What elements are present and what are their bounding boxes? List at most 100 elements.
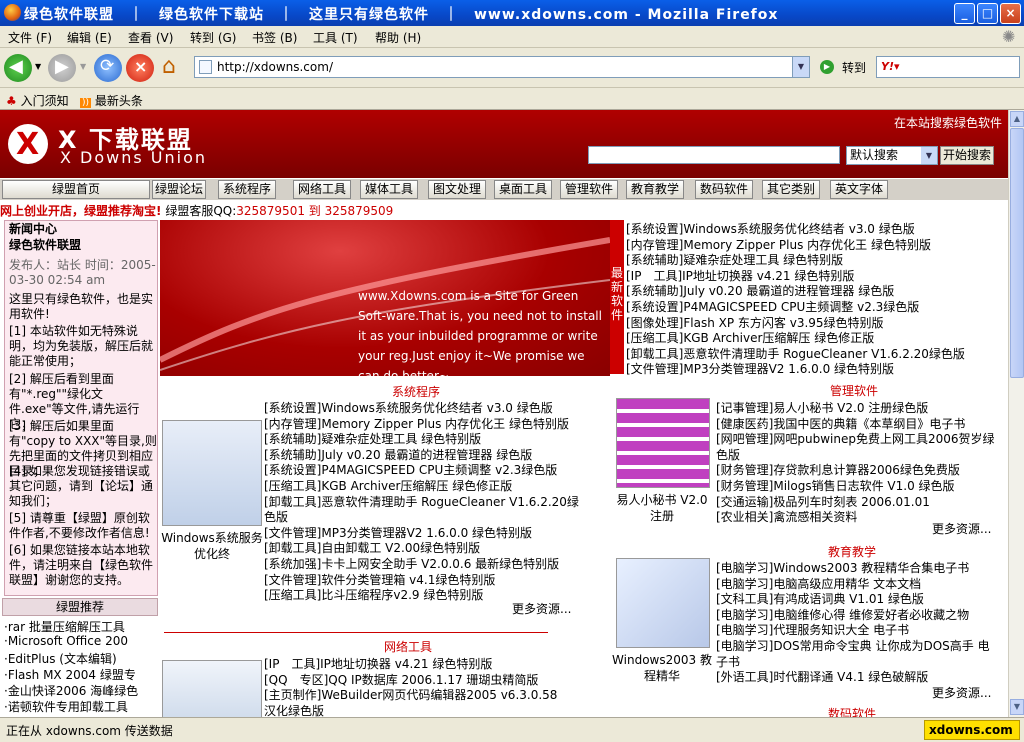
recommend-item[interactable]: ·诺顿软件专用卸载工具 — [4, 698, 128, 715]
system-item[interactable]: [系统辅助]July v0.20 最霸道的进程管理器 绿色版 — [264, 446, 532, 463]
search-button[interactable]: 开始搜索 — [940, 146, 994, 165]
back-dropdown-icon[interactable]: ▼ — [35, 62, 41, 71]
edu-item[interactable]: [电脑学习]DOS常用命令宝典 让你成为DOS高手 电 — [716, 637, 990, 654]
edu-item[interactable]: [电脑学习]电脑维修心得 维修爱好者必收藏之物 — [716, 606, 969, 623]
recommend-item[interactable]: ·rar 批量压缩解压工具 — [4, 618, 125, 635]
network-item[interactable]: [QQ 专区]QQ IP数据库 2006.1.17 珊瑚虫精简版 — [264, 671, 538, 688]
mgmt-more-link[interactable]: 更多资源... — [932, 520, 991, 537]
system-item[interactable]: [压缩工具]比斗压缩程序v2.9 绿色特别版 — [264, 586, 483, 603]
menu-help[interactable]: 帮助 (H) — [375, 29, 421, 46]
section-mgmt-title[interactable]: 管理软件 — [830, 382, 878, 399]
mgmt-item[interactable]: [交通运输]极品列车时刻表 2006.01.01 — [716, 493, 930, 510]
tab-fonts[interactable]: 英文字体 — [830, 180, 888, 199]
network-item[interactable]: 汉化绿色版 — [264, 702, 324, 717]
tab-system[interactable]: 系统程序 — [218, 180, 276, 199]
system-item[interactable]: 色版 — [264, 508, 288, 525]
edu-item[interactable]: [电脑学习]代理服务知识大全 电子书 — [716, 621, 909, 638]
edu-caption[interactable]: Windows2003 教程精华 — [612, 652, 712, 684]
search-type-select[interactable]: 默认搜索 ▼ — [846, 146, 938, 165]
tab-forum[interactable]: 绿盟论坛 — [152, 180, 206, 199]
system-item[interactable]: [系统设置]Windows系统服务优化终结者 v3.0 绿色版 — [264, 399, 553, 416]
system-item[interactable]: [文件管理]软件分类管理箱 v4.1绿色特别版 — [264, 571, 495, 588]
system-thumbnail[interactable] — [162, 420, 262, 526]
mgmt-item[interactable]: [财务管理]存贷款利息计算器2006绿色免费版 — [716, 461, 960, 478]
system-item[interactable]: [系统辅助]疑难杂症处理工具 绿色特别版 — [264, 430, 481, 447]
menu-tools[interactable]: 工具 (T) — [313, 29, 358, 46]
reload-icon[interactable]: ⟳ — [94, 54, 122, 82]
taobao-ad-link[interactable]: 网上创业开店，绿盟推荐淘宝! — [0, 204, 161, 218]
vertical-scrollbar[interactable]: ▲ ▼ — [1008, 110, 1024, 717]
mgmt-item[interactable]: [健康医药]我国中医的典籍《本草纲目》电子书 — [716, 415, 965, 432]
network-item[interactable]: [主页制作]WeBuilder网页代码编辑器2005 v6.3.0.58 — [264, 686, 557, 703]
forward-dropdown-icon[interactable]: ▼ — [80, 62, 86, 71]
address-bar[interactable]: ▼ — [194, 56, 810, 78]
mgmt-item[interactable]: 色版 — [716, 446, 740, 463]
back-icon[interactable]: ◀ — [4, 54, 32, 82]
section-edu-title[interactable]: 教育教学 — [828, 543, 876, 560]
minimize-button[interactable]: _ — [954, 3, 975, 24]
recommend-item[interactable]: ·EditPlus (文本编辑) — [4, 650, 117, 667]
tab-other[interactable]: 其它类别 — [762, 180, 820, 199]
latest-item[interactable]: [IP 工具]IP地址切换器 v4.21 绿色特别版 — [626, 267, 854, 284]
tab-graphics[interactable]: 图文处理 — [428, 180, 486, 199]
edu-thumbnail[interactable] — [616, 558, 710, 648]
home-icon[interactable]: ⌂ — [160, 54, 188, 82]
tab-media[interactable]: 媒体工具 — [360, 180, 418, 199]
recommend-item[interactable]: ·Flash MX 2004 绿盟专 — [4, 666, 136, 683]
latest-item[interactable]: [压缩工具]KGB Archiver压缩解压 绿色修正版 — [626, 329, 874, 346]
network-thumbnail[interactable] — [162, 660, 262, 717]
system-item[interactable]: [系统设置]P4MAGICSPEED CPU主频调整 v2.3绿色版 — [264, 461, 557, 478]
system-item[interactable]: [卸载工具]恶意软件清理助手 RogueCleaner V1.6.2.20绿 — [264, 493, 579, 510]
mgmt-item[interactable]: [农业相关]禽流感相关资料 — [716, 508, 857, 525]
tab-home[interactable]: 绿盟首页 — [2, 180, 150, 199]
mgmt-caption[interactable]: 易人小秘书 V2.0 注册 — [612, 492, 712, 524]
menu-edit[interactable]: 编辑 (E) — [67, 29, 112, 46]
tab-network[interactable]: 网络工具 — [293, 180, 351, 199]
bookmark-getting-started[interactable]: ♣ 入门须知 — [6, 92, 69, 109]
system-item[interactable]: [内存管理]Memory Zipper Plus 内存优化王 绿色特别版 — [264, 415, 569, 432]
search-box[interactable]: Y!▾ — [876, 56, 1020, 78]
scroll-down-icon[interactable]: ▼ — [1010, 699, 1024, 715]
edu-item[interactable]: [文科工具]有鸿成语词典 V1.01 绿色版 — [716, 590, 924, 607]
menu-go[interactable]: 转到 (G) — [190, 29, 236, 46]
tab-management[interactable]: 管理软件 — [560, 180, 618, 199]
menu-view[interactable]: 查看 (V) — [128, 29, 173, 46]
url-input[interactable] — [217, 59, 787, 75]
system-item[interactable]: [文件管理]MP3分类管理器V2 1.6.0.0 绿色特别版 — [264, 524, 532, 541]
latest-item[interactable]: [卸载工具]恶意软件清理助手 RogueCleaner V1.6.2.20绿色版 — [626, 345, 965, 362]
tab-education[interactable]: 教育教学 — [626, 180, 684, 199]
edu-item[interactable]: [电脑学习]电脑高级应用精华 文本文档 — [716, 575, 921, 592]
edu-more-link[interactable]: 更多资源... — [932, 684, 991, 701]
close-button[interactable]: × — [1000, 3, 1021, 24]
latest-item[interactable]: [系统辅助]疑难杂症处理工具 绿色特别版 — [626, 251, 843, 268]
forward-icon[interactable]: ▶ — [48, 54, 76, 82]
mgmt-item[interactable]: [记事管理]易人小秘书 V2.0 注册绿色版 — [716, 399, 928, 416]
site-logo[interactable]: X — [8, 124, 48, 164]
edu-item[interactable]: 子书 — [716, 653, 740, 670]
mgmt-item[interactable]: [网吧管理]网吧pubwinep免费上网工具2006贺岁绿 — [716, 430, 995, 447]
system-caption[interactable]: Windows系统服务优化终 — [160, 530, 264, 562]
menu-file[interactable]: 文件 (F) — [8, 29, 52, 46]
stop-icon[interactable]: × — [126, 54, 154, 82]
latest-item[interactable]: [系统设置]P4MAGICSPEED CPU主频调整 v2.3绿色版 — [626, 298, 919, 315]
section-system-title[interactable]: 系统程序 — [392, 383, 440, 400]
network-item[interactable]: [IP 工具]IP地址切换器 v4.21 绿色特别版 — [264, 655, 492, 672]
scroll-thumb[interactable] — [1010, 128, 1024, 378]
system-item[interactable]: [卸载工具]自由卸载工 V2.00绿色特别版 — [264, 539, 480, 556]
system-item[interactable]: [压缩工具]KGB Archiver压缩解压 绿色修正版 — [264, 477, 512, 494]
scroll-up-icon[interactable]: ▲ — [1010, 111, 1024, 127]
tab-desktop[interactable]: 桌面工具 — [494, 180, 552, 199]
recommend-item[interactable]: ·Microsoft Office 200 — [4, 634, 128, 648]
system-more-link[interactable]: 更多资源... — [512, 600, 571, 617]
latest-item[interactable]: [系统辅助]July v0.20 最霸道的进程管理器 绿色版 — [626, 282, 894, 299]
latest-item[interactable]: [文件管理]MP3分类管理器V2 1.6.0.0 绿色特别版 — [626, 360, 894, 377]
site-search-input[interactable] — [588, 146, 840, 164]
edu-item[interactable]: [外语工具]时代翻译通 V4.1 绿色破解版 — [716, 668, 928, 685]
edu-item[interactable]: [电脑学习]Windows2003 教程精华合集电子书 — [716, 559, 969, 576]
section-digital-title[interactable]: 数码软件 — [828, 705, 876, 717]
mgmt-item[interactable]: [财务管理]Milogs销售日志软件 V1.0 绿色版 — [716, 477, 955, 494]
recommend-item[interactable]: ·金山快译2006 海峰绿色 — [4, 682, 138, 699]
mgmt-thumbnail[interactable] — [616, 398, 710, 488]
tab-digital[interactable]: 数码软件 — [695, 180, 753, 199]
menu-bookmarks[interactable]: 书签 (B) — [252, 29, 297, 46]
